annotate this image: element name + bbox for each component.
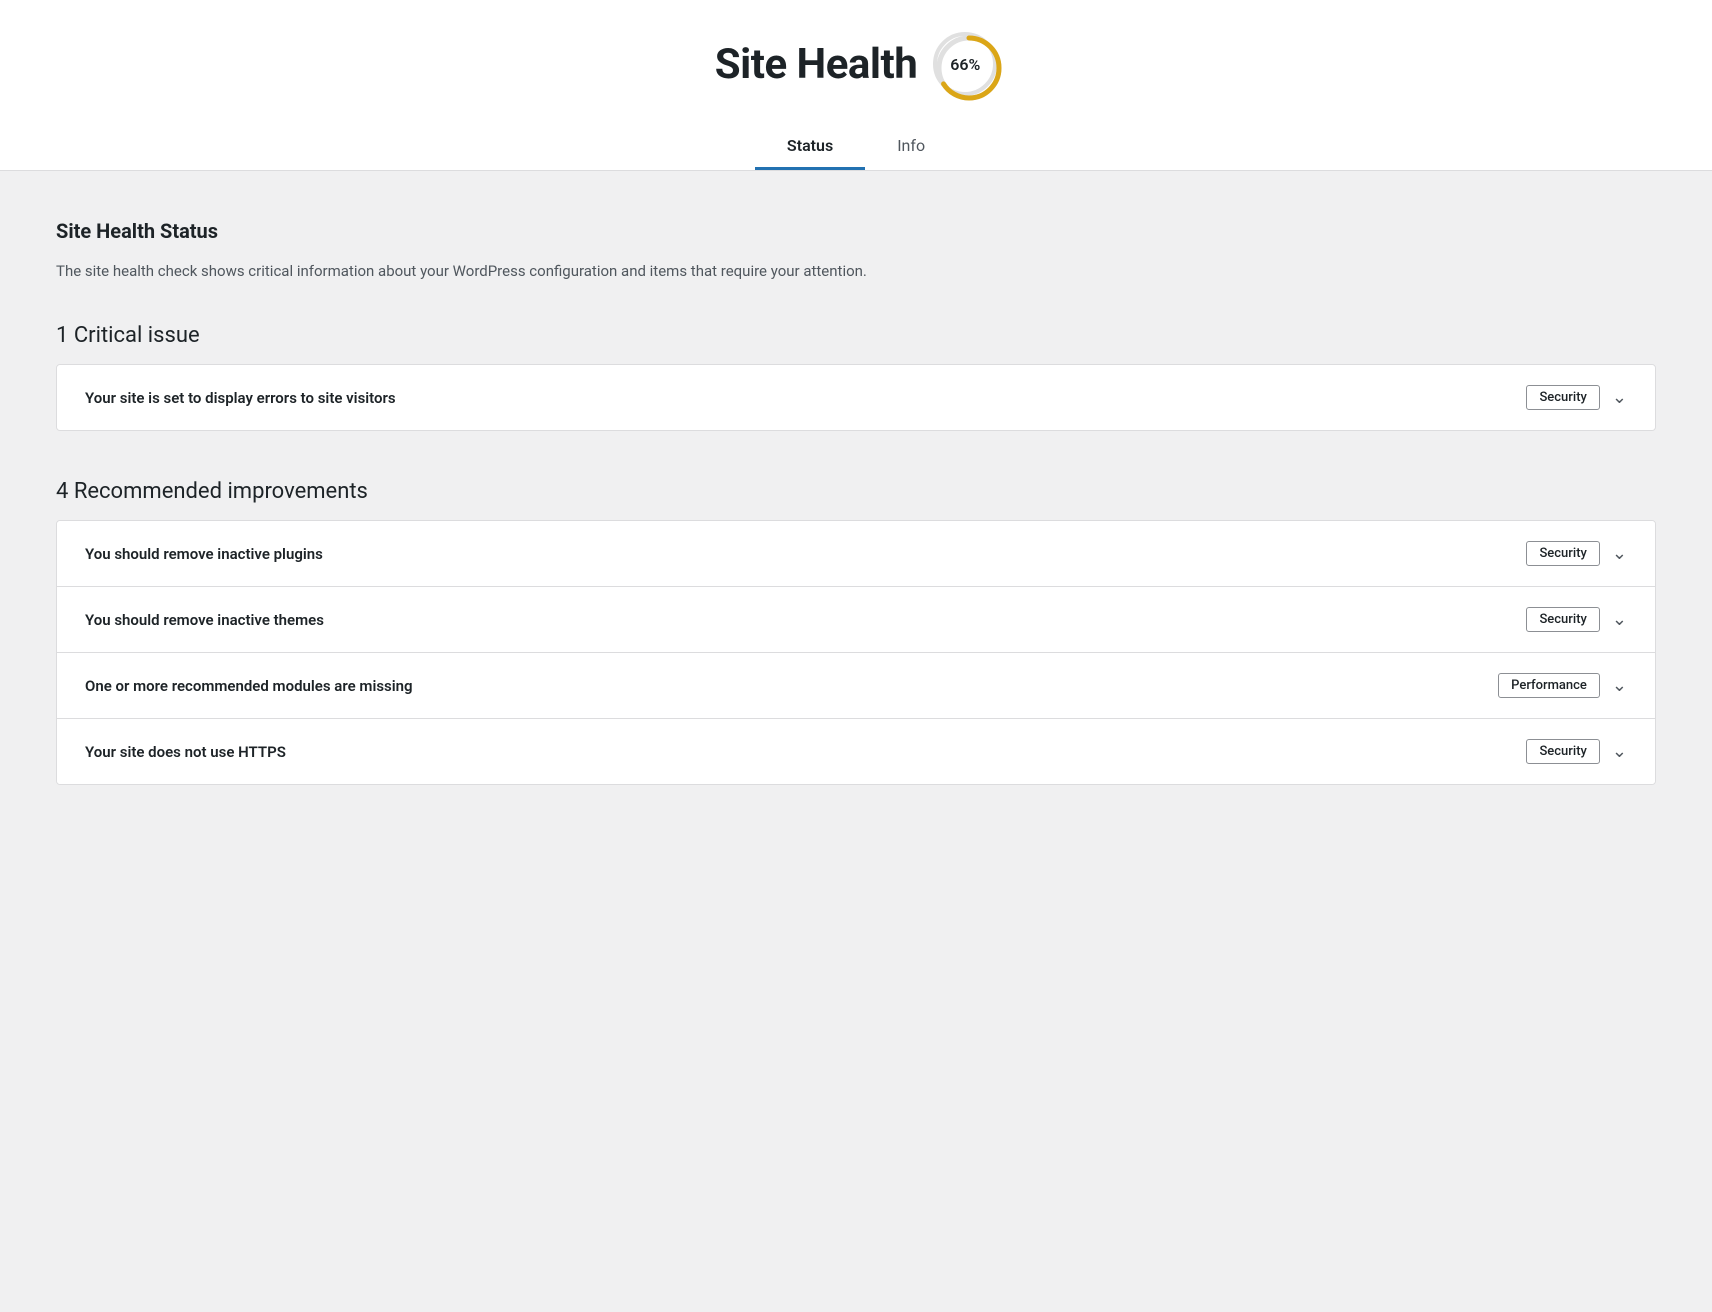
- issue-right: Security ⌄: [1526, 607, 1627, 632]
- issue-label: You should remove inactive plugins: [85, 545, 323, 563]
- issue-right: Security ⌄: [1526, 739, 1627, 764]
- issue-right: Security ⌄: [1526, 541, 1627, 566]
- issue-right: Security ⌄: [1526, 385, 1627, 410]
- recommended-issues-section: 4 Recommended improvements You should re…: [56, 479, 1656, 785]
- issue-right: Performance ⌄: [1498, 673, 1627, 698]
- page-title: Site Health: [715, 40, 917, 89]
- chevron-down-icon[interactable]: ⌄: [1612, 609, 1627, 630]
- chevron-down-icon[interactable]: ⌄: [1612, 387, 1627, 408]
- tag-security: Security: [1526, 607, 1599, 632]
- tag-performance: Performance: [1498, 673, 1600, 698]
- tabs-container: Status Info: [0, 124, 1712, 170]
- chevron-down-icon[interactable]: ⌄: [1612, 741, 1627, 762]
- tag-security: Security: [1526, 541, 1599, 566]
- recommended-issues-list: You should remove inactive plugins Secur…: [56, 520, 1656, 785]
- health-score-text: 66%: [950, 55, 980, 74]
- header: Site Health 66% Status Info: [0, 0, 1712, 171]
- critical-issues-list: Your site is set to display errors to si…: [56, 364, 1656, 431]
- table-row: Your site is set to display errors to si…: [57, 365, 1655, 430]
- tag-security: Security: [1526, 739, 1599, 764]
- recommended-count-title: 4 Recommended improvements: [56, 479, 1656, 504]
- tab-status[interactable]: Status: [755, 124, 865, 170]
- critical-count-title: 1 Critical issue: [56, 323, 1656, 348]
- issue-label: One or more recommended modules are miss…: [85, 677, 413, 695]
- issue-label: Your site does not use HTTPS: [85, 743, 286, 761]
- health-score-circle: 66%: [933, 32, 997, 96]
- chevron-down-icon[interactable]: ⌄: [1612, 675, 1627, 696]
- table-row: You should remove inactive themes Securi…: [57, 587, 1655, 653]
- issue-label: Your site is set to display errors to si…: [85, 389, 396, 407]
- table-row: One or more recommended modules are miss…: [57, 653, 1655, 719]
- main-content: Site Health Status The site health check…: [0, 171, 1712, 881]
- table-row: You should remove inactive plugins Secur…: [57, 521, 1655, 587]
- critical-issues-section: 1 Critical issue Your site is set to dis…: [56, 323, 1656, 431]
- tag-security: Security: [1526, 385, 1599, 410]
- chevron-down-icon[interactable]: ⌄: [1612, 543, 1627, 564]
- description-text: The site health check shows critical inf…: [56, 259, 1656, 283]
- issue-label: You should remove inactive themes: [85, 611, 324, 629]
- table-row: Your site does not use HTTPS Security ⌄: [57, 719, 1655, 784]
- section-title: Site Health Status: [56, 219, 1656, 243]
- tab-info[interactable]: Info: [865, 124, 957, 170]
